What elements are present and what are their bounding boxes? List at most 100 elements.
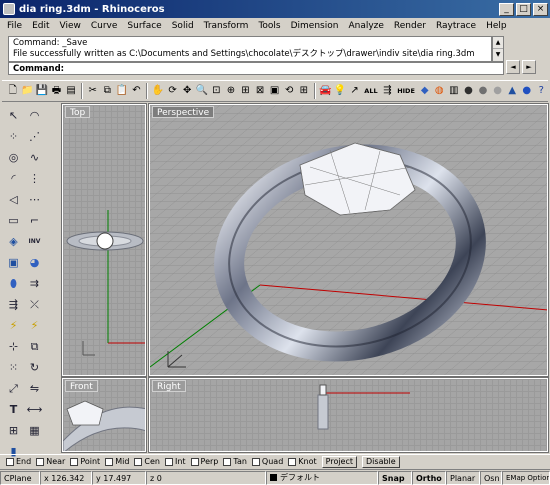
osnap-tan[interactable]: Tan — [223, 457, 247, 466]
zoom-dynamic-icon[interactable]: ⊕ — [224, 83, 238, 100]
checkbox[interactable] — [190, 457, 199, 466]
menu-solid[interactable]: Solid — [167, 21, 199, 31]
menu-help[interactable]: Help — [481, 21, 512, 31]
properties-icon[interactable]: ▥ — [447, 83, 461, 100]
point-icon[interactable]: ⁘ — [4, 127, 23, 146]
circle-icon[interactable]: ◎ — [4, 148, 23, 167]
trim-icon[interactable]: ⚡ — [4, 316, 23, 335]
shade-gray-sphere-icon[interactable]: ● — [491, 83, 505, 100]
move-view-icon[interactable]: ✥ — [180, 83, 194, 100]
viewport-right[interactable]: Right — [148, 377, 549, 453]
zoom-extents-icon[interactable]: ⊞ — [239, 83, 253, 100]
viewport-front[interactable]: Front — [61, 377, 147, 453]
menu-dimension[interactable]: Dimension — [286, 21, 344, 31]
explode-icon[interactable]: ⇶ — [4, 295, 23, 314]
control-points-icon[interactable]: ⋰ — [25, 127, 44, 146]
grid-snap-icon[interactable]: ⊞ — [4, 421, 23, 440]
mirror-icon[interactable]: ⇋ — [25, 379, 44, 398]
scale-icon[interactable]: ⤢ — [4, 379, 23, 398]
menu-surface[interactable]: Surface — [122, 21, 166, 31]
polyline-icon[interactable]: ⋯ — [25, 190, 44, 209]
disable-button[interactable]: Disable — [362, 455, 400, 468]
command-prev-icon[interactable]: ◄ — [506, 60, 520, 74]
menu-transform[interactable]: Transform — [199, 21, 254, 31]
command-history[interactable]: Command: _Save File successfully written… — [8, 36, 492, 62]
cylinder-icon[interactable]: ⬮ — [4, 274, 23, 293]
join-icon[interactable]: ⇉ — [25, 274, 44, 293]
select-all-button[interactable]: ALL — [362, 87, 379, 95]
open-folder-icon[interactable]: 📁 — [21, 83, 35, 100]
menu-raytrace[interactable]: Raytrace — [431, 21, 481, 31]
osnap-near[interactable]: Near — [36, 457, 65, 466]
command-next-icon[interactable]: ► — [522, 60, 536, 74]
import-icon[interactable]: ▤ — [64, 83, 78, 100]
zoom-selected-icon[interactable]: ▣ — [268, 83, 282, 100]
osnap-int[interactable]: Int — [164, 457, 186, 466]
planar-toggle[interactable]: Planar — [446, 470, 480, 485]
color-wheel-icon[interactable]: ◍ — [432, 83, 446, 100]
lasso-icon[interactable]: ◠ — [25, 106, 44, 125]
invert-button[interactable]: INV — [25, 232, 44, 251]
viewport-label-perspective[interactable]: Perspective — [152, 106, 215, 118]
emap-options[interactable]: EMap Options — [502, 470, 550, 485]
text-icon[interactable]: T — [4, 400, 23, 419]
zoom-icon[interactable]: 🔍 — [195, 83, 209, 100]
rectangle-icon[interactable]: ▭ — [4, 211, 23, 230]
triangle-icon[interactable]: ◁ — [4, 190, 23, 209]
viewport-label-top[interactable]: Top — [65, 106, 91, 118]
blue-sphere-icon[interactable]: ● — [520, 83, 534, 100]
arc-icon[interactable]: ◜ — [4, 169, 23, 188]
osnap-mid[interactable]: Mid — [105, 457, 129, 466]
new-file-icon[interactable]: 🗋 — [6, 83, 20, 100]
maximize-button[interactable]: □ — [516, 2, 531, 16]
sphere-icon[interactable]: ◕ — [25, 253, 44, 272]
viewport-label-right[interactable]: Right — [152, 380, 186, 392]
viewport-label-front[interactable]: Front — [65, 380, 98, 392]
copy-obj-icon[interactable]: ⧉ — [25, 337, 44, 356]
osnap-knot[interactable]: Knot — [288, 457, 317, 466]
fillet-icon[interactable]: ⌐ — [25, 211, 44, 230]
cut-icon[interactable]: ✂ — [86, 83, 100, 100]
select-arrow-icon[interactable]: ↖ — [4, 106, 23, 125]
rect-points-icon[interactable]: ⋮ — [25, 169, 44, 188]
checkbox[interactable] — [288, 457, 297, 466]
zoom-window-icon[interactable]: ⊡ — [210, 83, 224, 100]
spotlight-icon[interactable]: ▲ — [505, 83, 519, 100]
snap-toggle[interactable]: Snap — [378, 470, 412, 485]
checkbox[interactable] — [105, 457, 114, 466]
osnap-cen[interactable]: Cen — [134, 457, 160, 466]
menu-tools[interactable]: Tools — [253, 21, 285, 31]
render-car-icon[interactable]: 🚘 — [319, 83, 333, 100]
zoom-extents-all-icon[interactable]: ⊠ — [253, 83, 267, 100]
hide-button[interactable]: HIDE — [395, 87, 417, 95]
minimize-button[interactable]: _ — [499, 2, 514, 16]
project-button[interactable]: Project — [321, 455, 358, 468]
help-icon[interactable]: ? — [535, 83, 549, 100]
checkbox[interactable] — [70, 457, 79, 466]
osnap-quad[interactable]: Quad — [251, 457, 283, 466]
light-bulb-icon[interactable]: 💡 — [333, 83, 347, 100]
checkbox[interactable] — [251, 457, 260, 466]
render-sphere-icon[interactable]: ● — [462, 83, 476, 100]
checkbox[interactable] — [164, 457, 173, 466]
checkbox[interactable] — [134, 457, 143, 466]
layout-icon[interactable]: ▦ — [25, 421, 44, 440]
print-icon[interactable]: 🖶 — [50, 83, 64, 100]
command-input[interactable] — [67, 63, 503, 74]
osnap-end[interactable]: End — [6, 457, 31, 466]
rotate-obj-icon[interactable]: ↻ — [25, 358, 44, 377]
menu-analyze[interactable]: Analyze — [343, 21, 388, 31]
checkbox[interactable] — [223, 457, 232, 466]
undo-view-icon[interactable]: ⟲ — [282, 83, 296, 100]
array-icon[interactable]: ⁙ — [4, 358, 23, 377]
osnap-point[interactable]: Point — [70, 457, 100, 466]
copy-icon[interactable]: ⧉ — [100, 83, 114, 100]
ortho-toggle[interactable]: Ortho — [412, 470, 446, 485]
save-icon[interactable]: 💾 — [35, 83, 49, 100]
split-icon[interactable]: ⤫ — [25, 295, 44, 314]
pan-hand-icon[interactable]: ✋ — [151, 83, 165, 100]
menu-render[interactable]: Render — [389, 21, 431, 31]
viewport-top[interactable]: Top — [61, 103, 147, 377]
layers-stack-icon[interactable]: ◆ — [418, 83, 432, 100]
rhino-app-icon[interactable] — [3, 3, 15, 15]
